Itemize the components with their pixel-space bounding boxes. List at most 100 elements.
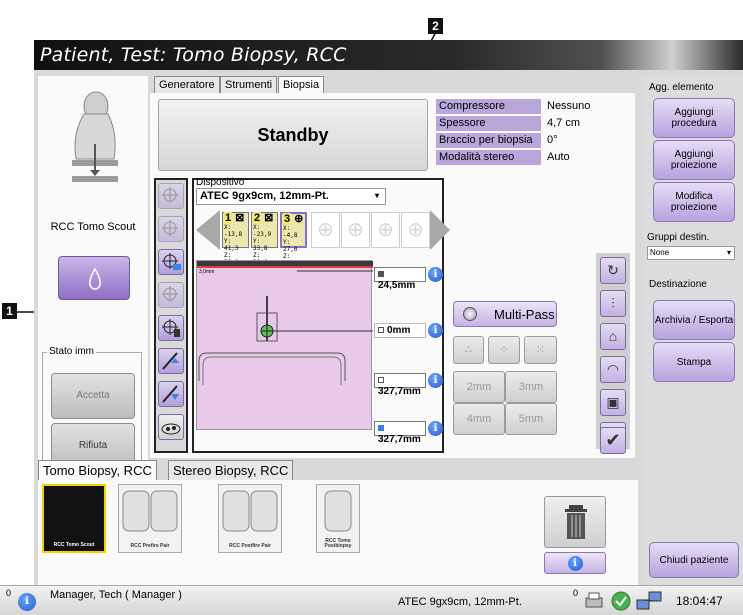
network-icon[interactable] (634, 588, 664, 614)
step-4mm-button[interactable]: 4mm (453, 403, 505, 435)
target-check-icon[interactable] (158, 183, 184, 209)
measurement-2-value: 0mm (387, 325, 411, 336)
target-3[interactable]: 3 ⊕ X: -4,8 Y: 27,0 Z: 38,0 (280, 212, 307, 267)
right-tool-column: ↻ ⫶ ⌂ ◠ ▣ ◧ (596, 253, 630, 449)
target-slot-5: ⊕ (341, 212, 370, 248)
device-area: Dispositivo ATEC 9gx9cm, 12mm-Pt. ▾ 1 ⊠ … (192, 177, 450, 453)
alert-count-right: 0 (573, 588, 579, 598)
target-groups-select[interactable]: None ▾ (647, 246, 735, 260)
multipass-radio-icon (463, 307, 477, 321)
target-2[interactable]: 2 ⊠ X: -23,9 Y: 33,8 Z: 38,0 (251, 212, 278, 266)
target-2-y: Y: 33,8 (253, 238, 268, 252)
standby-label: Standby (257, 125, 329, 145)
info-icon-1[interactable]: i (428, 267, 443, 282)
archive-export-button[interactable]: Archivia / Esporta (653, 300, 735, 340)
thumbnail-strip: RCC Tomo Scout RCC Prefire Pair RCC Post… (38, 480, 638, 586)
tab-tomo-biopsy[interactable]: Tomo Biopsy, RCC (38, 460, 157, 480)
display-screen-icon[interactable]: ▣ (600, 389, 626, 416)
alert-count-left: 0 (6, 588, 12, 598)
check-status-icon[interactable] (610, 590, 632, 612)
procedure-tabs: Tomo Biopsy, RCC Stereo Biopsy, RCC RCC … (38, 460, 638, 586)
trash-icon (565, 505, 587, 539)
thumbnail-caption: RCC Tomo Scout (53, 542, 95, 548)
tab-biopsy[interactable]: Biopsia (278, 76, 325, 93)
destination-label: Destinazione (649, 279, 707, 290)
thumbnail-prefire-pair[interactable]: RCC Prefire Pair (118, 484, 182, 553)
target-2-x: X: -23,9 (253, 224, 272, 238)
thumbnail-info-button[interactable]: i (544, 552, 606, 574)
thickness-label: Spessore (436, 116, 541, 131)
needle-tip-icon[interactable]: ⌂ (600, 323, 626, 350)
biopsy-arm-label: Braccio per biopsia (436, 133, 541, 148)
target-1-num: 1 (224, 212, 233, 224)
multipass-button[interactable]: Multi-Pass (453, 301, 557, 327)
edit-projection-button[interactable]: Modifica proiezione (653, 182, 735, 222)
status-bar: 0 i Manager, Tech ( Manager ) ATEC 9gx9c… (0, 585, 743, 615)
pattern-5-button[interactable]: ⁙ (524, 336, 557, 364)
target-1[interactable]: 1 ⊠ X: -13,8 Y: 41,3 Z: 38,0 (222, 212, 249, 266)
accept-button[interactable]: Accetta (51, 373, 135, 419)
info-icon-2[interactable]: i (428, 323, 443, 338)
device-select[interactable]: ATEC 9gx9cm, 12mm-Pt. ▾ (196, 188, 386, 205)
target-return-icon[interactable] (158, 282, 184, 308)
measurement-1-value: 24,5mm (378, 280, 416, 291)
pattern-4-button[interactable]: ⁘ (488, 336, 520, 364)
tab-tools[interactable]: Strumenti (220, 76, 278, 93)
target-delete-icon[interactable] (158, 216, 184, 242)
standby-button[interactable]: Standby (158, 99, 428, 171)
pattern-3-button[interactable]: ∴ (453, 336, 484, 364)
biopsy-arm-value: 0° (547, 134, 558, 146)
trash-button[interactable] (544, 496, 606, 548)
needle-diagram: 3,0mm (196, 260, 373, 430)
info-icon: i (567, 556, 583, 571)
printer-icon[interactable] (582, 590, 606, 612)
tab-stereo-biopsy[interactable]: Stereo Biopsy, RCC (168, 460, 294, 480)
target-next-icon[interactable] (430, 210, 450, 250)
needle-up-icon[interactable] (158, 348, 184, 374)
tissue-sample-icon[interactable] (158, 414, 184, 440)
needle-down-icon[interactable] (158, 381, 184, 407)
review-targets-icon[interactable]: ↻ (600, 257, 626, 284)
step-5mm-button[interactable]: 5mm (505, 403, 557, 435)
breast-positioning-icon (72, 91, 118, 182)
info-icon-3[interactable]: i (428, 373, 443, 388)
alarm-info-icon[interactable]: i (18, 593, 36, 611)
thumbnail-tomo-postbiopsy[interactable]: RCC Tomo Postbiopsy (316, 484, 360, 553)
view-panel: RCC Tomo Scout Stato imm Accetta Rifiuta (38, 76, 148, 496)
window-title: Patient, Test: Tomo Biopsy, RCC (40, 44, 347, 66)
step-3mm-button[interactable]: 3mm (505, 371, 557, 403)
measurement-4: 327,7mm (374, 421, 426, 445)
target-1-y: Y: 41,3 (224, 238, 239, 252)
add-procedure-button[interactable]: Aggiungi procedura (653, 98, 735, 138)
add-projection-button[interactable]: Aggiungi proiezione (653, 140, 735, 180)
thumbnail-tomo-scout[interactable]: RCC Tomo Scout (42, 484, 106, 553)
info-icon-4[interactable]: i (428, 421, 443, 436)
needle-geometry-svg (197, 261, 373, 385)
measurement-4-value: 327,7mm (378, 434, 421, 445)
current-user[interactable]: Manager, Tech ( Manager ) (50, 589, 182, 601)
measurement-2: 0mm (374, 323, 426, 338)
stereo-mode-label: Modalità stereo (436, 150, 541, 165)
stereo-mode-value: Auto (547, 151, 570, 163)
multipass-label: Multi-Pass (494, 307, 555, 322)
right-panel: Agg. elemento Aggiungi procedura Aggiung… (643, 76, 743, 586)
measurement-3: 327,7mm (374, 373, 426, 397)
target-send-icon[interactable] (158, 249, 184, 275)
drop-icon (89, 267, 101, 290)
needle-depth-icon[interactable]: ⫶ (600, 290, 626, 317)
thumbnail-postfire-pair[interactable]: RCC Postfire Pair (218, 484, 282, 553)
target-trash-icon[interactable] (158, 315, 184, 341)
tab-generator[interactable]: Generatore (154, 76, 220, 93)
step-2mm-button[interactable]: 2mm (453, 371, 505, 403)
target-3-num: 3 (283, 213, 292, 225)
confirm-check-icon[interactable]: ✔ (600, 427, 626, 454)
view-action-button[interactable] (58, 256, 130, 300)
target-prev-icon[interactable] (196, 210, 220, 250)
thumbnail-caption: RCC Tomo Postbiopsy (324, 538, 352, 549)
close-patient-button[interactable]: Chiudi paziente (649, 542, 739, 578)
print-button[interactable]: Stampa (653, 342, 735, 382)
rotate-arm-icon[interactable]: ◠ (600, 356, 626, 383)
target-3-x: X: -4,8 (283, 225, 298, 239)
clock: 18:04:47 (676, 594, 723, 608)
status-device: ATEC 9gx9cm, 12mm-Pt. (398, 596, 522, 608)
